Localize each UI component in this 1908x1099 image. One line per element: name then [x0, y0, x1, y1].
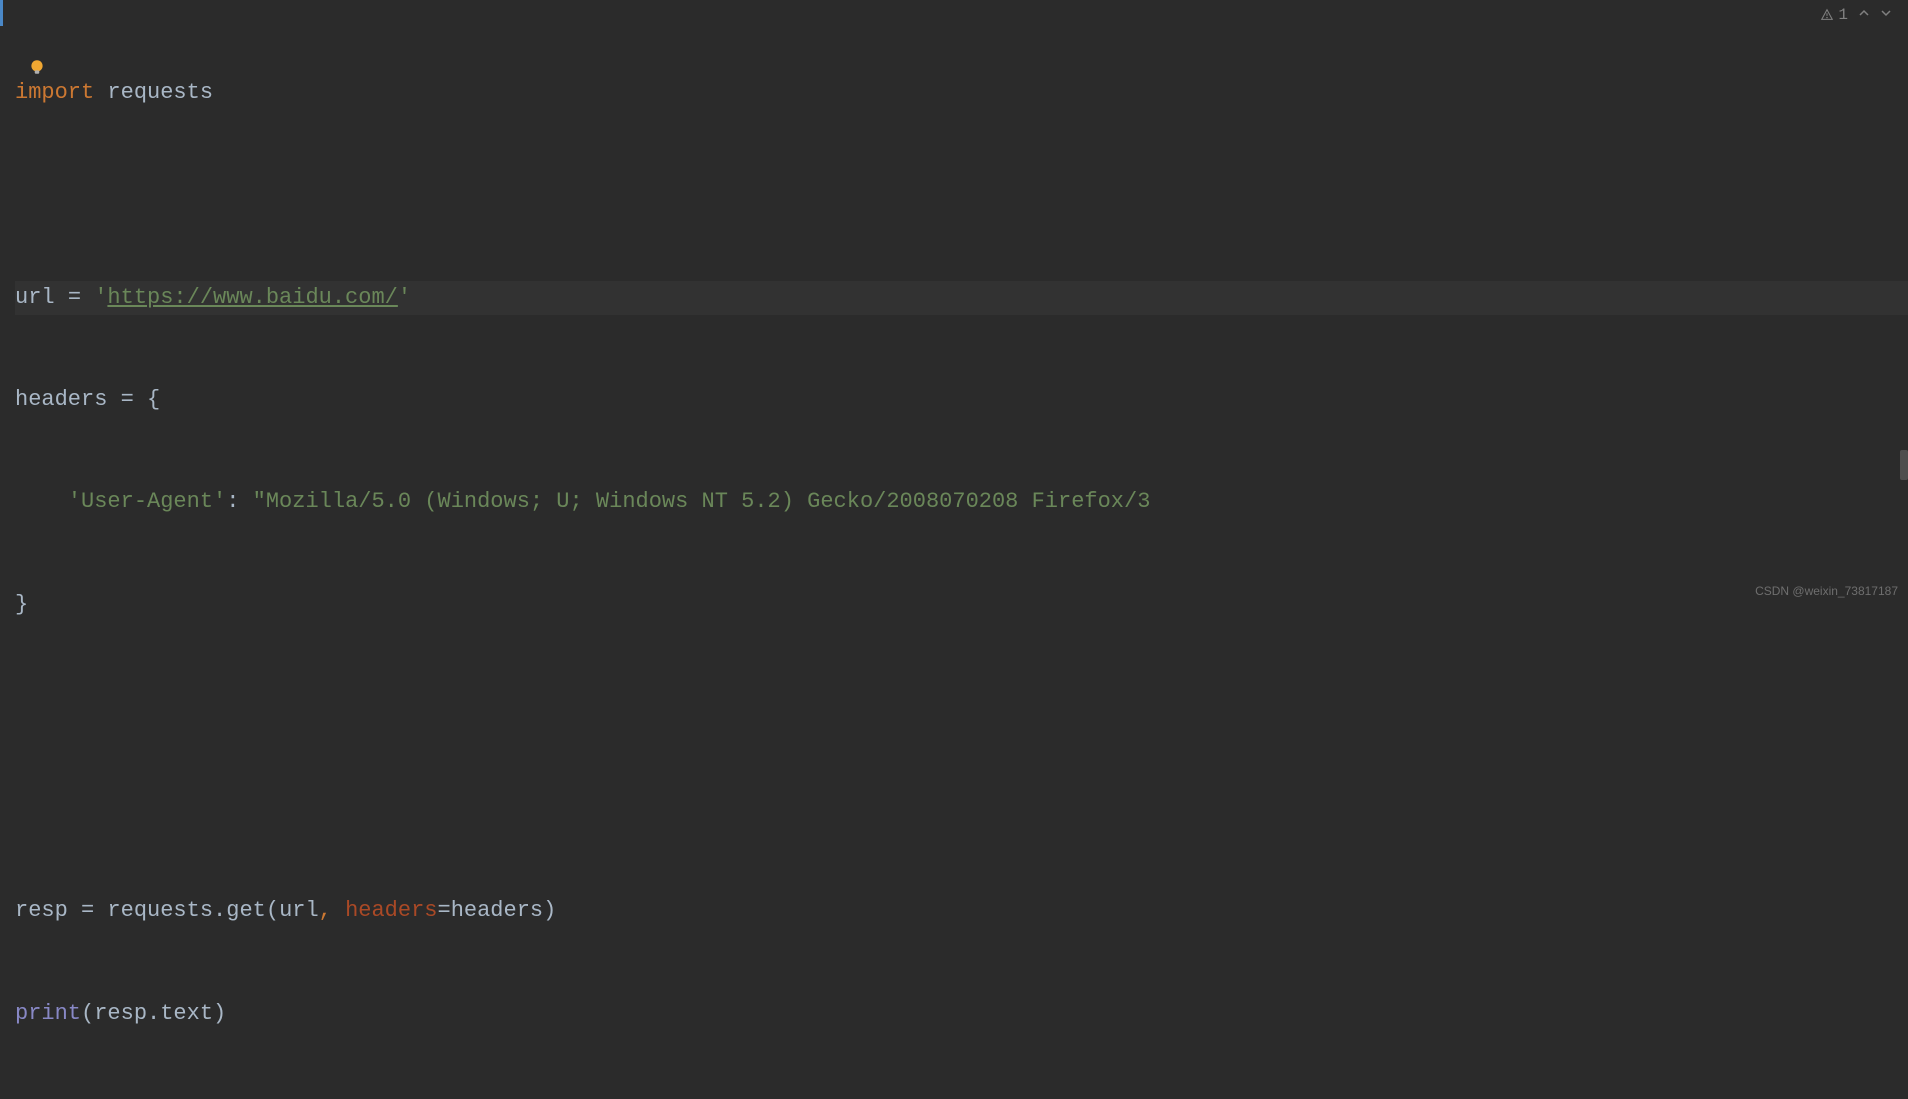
dict-value: "Mozilla/5.0 (Windows; U; Windows NT 5.2… — [253, 485, 1151, 519]
warning-count: 1 — [1838, 6, 1848, 24]
keyword-import: import — [15, 76, 94, 110]
comma: , — [319, 894, 345, 928]
equals-op: = — [68, 281, 94, 315]
assign: = — [438, 894, 451, 928]
paren-open: ( — [81, 997, 94, 1031]
var-headers: headers — [15, 383, 121, 417]
code-line-blank3[interactable] — [15, 792, 1908, 826]
arg-url: url — [279, 894, 319, 928]
module-name: requests — [94, 76, 213, 110]
equals-op: = — [81, 894, 107, 928]
code-line-headers-close[interactable]: } — [15, 588, 1908, 622]
chevron-down-icon[interactable] — [1880, 7, 1892, 24]
method-get: get — [226, 894, 266, 928]
code-line-blank[interactable] — [15, 178, 1908, 212]
warning-triangle-icon — [1820, 8, 1834, 22]
var-url: url — [15, 281, 68, 315]
url-string: https://www.baidu.com/ — [107, 281, 397, 315]
equals-op: = — [121, 383, 147, 417]
func-print: print — [15, 997, 81, 1031]
code-line-1[interactable]: import requests — [15, 76, 1908, 110]
paren-close: ) — [213, 997, 226, 1031]
quote-open: ' — [94, 281, 107, 315]
paren-open: ( — [266, 894, 279, 928]
colon: : — [226, 485, 252, 519]
warning-indicator[interactable]: 1 — [1820, 6, 1848, 24]
code-line-url[interactable]: url = 'https://www.baidu.com/' — [15, 281, 1908, 315]
arg-headers: headers — [451, 894, 543, 928]
param-headers: headers — [345, 894, 437, 928]
indent — [15, 485, 68, 519]
brace-open: { — [147, 383, 160, 417]
code-editor[interactable]: 1 import requests url = 'https://www.bai… — [0, 0, 1908, 604]
dot: . — [213, 894, 226, 928]
code-line-blank2[interactable] — [15, 690, 1908, 724]
chevron-up-icon[interactable] — [1858, 7, 1870, 24]
obj-resp: resp — [94, 997, 147, 1031]
selection-indicator — [0, 0, 3, 26]
brace-close: } — [15, 588, 28, 622]
watermark-text: CSDN @weixin_73817187 — [1755, 584, 1898, 598]
obj-requests: requests — [107, 894, 213, 928]
paren-close: ) — [543, 894, 556, 928]
code-line-useragent[interactable]: 'User-Agent': "Mozilla/5.0 (Windows; U; … — [15, 485, 1908, 519]
quote-close: ' — [398, 281, 411, 315]
dict-key: 'User-Agent' — [68, 485, 226, 519]
dot: . — [147, 997, 160, 1031]
var-resp: resp — [15, 894, 81, 928]
code-content[interactable]: import requests url = 'https://www.baidu… — [0, 0, 1908, 1099]
code-line-headers-open[interactable]: headers = { — [15, 383, 1908, 417]
inspection-bar: 1 — [1820, 6, 1892, 24]
code-line-request[interactable]: resp = requests.get(url, headers=headers… — [15, 894, 1908, 928]
scrollbar-thumb[interactable] — [1900, 450, 1908, 480]
intention-bulb-icon[interactable] — [28, 58, 46, 76]
code-line-print[interactable]: print(resp.text) — [15, 997, 1908, 1031]
attr-text: text — [160, 997, 213, 1031]
